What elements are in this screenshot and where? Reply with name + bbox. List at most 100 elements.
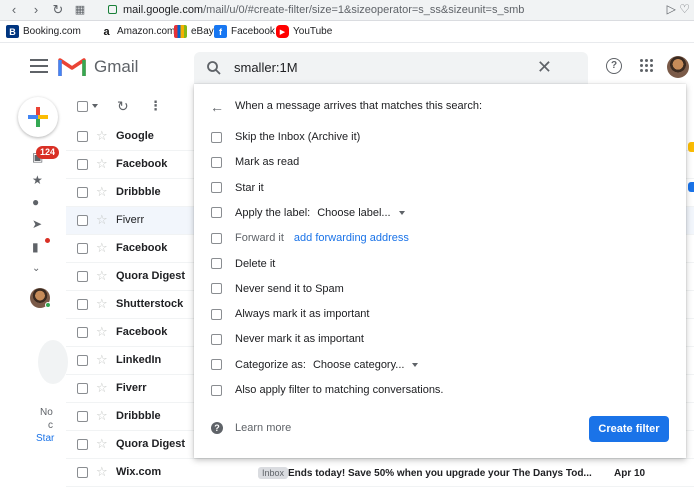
filter-option[interactable]: Star it	[211, 180, 264, 196]
bookmark-booking[interactable]: B Booking.com	[6, 25, 81, 38]
snoozed-icon[interactable]: ●	[32, 195, 39, 209]
filter-option-checkbox[interactable]	[211, 207, 222, 219]
email-row-checkbox[interactable]	[77, 159, 88, 170]
refresh-icon[interactable]: ↻	[117, 98, 129, 115]
main-menu-icon[interactable]	[30, 59, 48, 73]
email-row-checkbox[interactable]	[77, 215, 88, 226]
email-row-checkbox[interactable]	[77, 383, 88, 394]
add-forwarding-address-link[interactable]: add forwarding address	[294, 232, 409, 244]
bookmark-amazon[interactable]: a Amazon.com	[100, 25, 175, 38]
google-apps-icon[interactable]	[640, 59, 653, 72]
drafts-icon[interactable]: ▮	[32, 240, 39, 254]
forward-icon[interactable]: ›	[28, 2, 44, 18]
search-input[interactable]: smaller:1M	[234, 60, 298, 75]
clear-search-icon[interactable]: ✕	[537, 57, 552, 78]
email-sender: Facebook	[116, 326, 168, 338]
drafts-dot	[45, 238, 50, 243]
starred-icon[interactable]: ★	[32, 173, 43, 187]
star-icon[interactable]: ☆	[96, 156, 108, 172]
filter-dropdown[interactable]: Choose category...	[313, 359, 405, 371]
bookmark-facebook[interactable]: f Facebook	[214, 25, 275, 38]
apps-grid-icon[interactable]: ▦	[72, 2, 88, 18]
help-icon[interactable]: ?	[606, 58, 622, 74]
star-icon[interactable]: ☆	[96, 380, 108, 396]
side-panel-tasks-icon[interactable]	[688, 182, 694, 192]
account-avatar[interactable]	[667, 56, 689, 78]
filter-option[interactable]: Always mark it as important	[211, 306, 369, 322]
online-status-dot	[45, 302, 51, 308]
select-menu-caret-icon[interactable]	[92, 104, 98, 108]
reload-icon[interactable]: ↻	[50, 2, 66, 18]
star-icon[interactable]: ☆	[96, 184, 108, 200]
gmail-wordmark: Gmail	[94, 57, 139, 76]
email-row-checkbox[interactable]	[77, 243, 88, 254]
filter-option-checkbox[interactable]	[211, 308, 222, 320]
email-row-checkbox[interactable]	[77, 411, 88, 422]
create-filter-button[interactable]: Create filter	[589, 416, 669, 442]
lock-icon	[108, 5, 117, 14]
bookmark-youtube[interactable]: ▶ YouTube	[276, 25, 332, 38]
more-options-icon[interactable]: ⋮	[149, 98, 162, 114]
dropdown-caret-icon[interactable]	[412, 362, 419, 367]
filter-option-checkbox[interactable]	[211, 182, 222, 194]
side-panel-keep-icon[interactable]	[688, 142, 694, 152]
last-row-subject[interactable]: Ends today! Save 50% when you upgrade yo…	[288, 468, 592, 479]
email-row-checkbox[interactable]	[77, 355, 88, 366]
star-icon[interactable]: ☆	[96, 408, 108, 424]
unread-count-badge: 124	[36, 146, 60, 159]
filter-option[interactable]: Mark as read	[211, 154, 299, 170]
url-path: /mail/u/0/#create-filter/size=1&sizeoper…	[203, 4, 525, 16]
star-icon[interactable]: ☆	[96, 128, 108, 144]
star-icon[interactable]: ☆	[96, 324, 108, 340]
back-arrow-icon[interactable]: ←	[210, 99, 224, 115]
url-field[interactable]: mail.google.com/mail/u/0/#create-filter/…	[108, 2, 668, 19]
filter-option-checkbox[interactable]	[211, 333, 222, 345]
email-row-checkbox[interactable]	[77, 187, 88, 198]
select-all-checkbox[interactable]	[77, 101, 88, 112]
more-chevron-icon[interactable]: ⌄	[32, 263, 40, 274]
filter-option[interactable]: Also apply filter to matching conversati…	[211, 382, 444, 398]
filter-option[interactable]: Skip the Inbox (Archive it)	[211, 129, 360, 145]
filter-option-checkbox[interactable]	[211, 156, 222, 168]
star-icon[interactable]: ☆	[96, 268, 108, 284]
email-row-checkbox[interactable]	[77, 299, 88, 310]
url-host: mail.google.com	[123, 4, 204, 16]
email-row-checkbox[interactable]	[77, 439, 88, 450]
email-row-checkbox[interactable]	[77, 271, 88, 282]
star-icon[interactable]: ☆	[96, 296, 108, 312]
back-icon[interactable]: ‹	[6, 2, 22, 18]
bookmark-ebay[interactable]: eBay	[174, 25, 214, 38]
filter-option-checkbox[interactable]	[211, 283, 222, 295]
learn-more-link[interactable]: ? Learn more	[211, 422, 291, 434]
star-icon[interactable]: ☆	[96, 436, 108, 452]
filter-option-checkbox[interactable]	[211, 258, 222, 269]
star-icon[interactable]: ☆	[96, 240, 108, 256]
bookmark-star-icon[interactable]: ▷ ♡	[667, 2, 690, 16]
filter-option[interactable]: Delete it	[211, 256, 275, 272]
filter-option-checkbox[interactable]	[211, 131, 222, 143]
email-sender: Wix.com	[116, 466, 162, 478]
filter-option-checkbox[interactable]	[211, 359, 222, 371]
rail-note-link[interactable]: Star	[36, 433, 54, 444]
email-row-checkbox[interactable]	[77, 327, 88, 338]
filter-option-checkbox[interactable]	[211, 384, 222, 396]
filter-option[interactable]: Never send it to Spam	[211, 281, 344, 297]
email-row-checkbox[interactable]	[77, 467, 88, 478]
star-icon[interactable]: ☆	[96, 464, 108, 480]
search-icon[interactable]	[206, 60, 222, 76]
sent-icon[interactable]: ➤	[32, 217, 42, 231]
star-icon[interactable]: ☆	[96, 352, 108, 368]
star-icon[interactable]: ☆	[96, 212, 108, 228]
filter-option-label: Never mark it as important	[235, 333, 364, 346]
dropdown-caret-icon[interactable]	[398, 210, 405, 215]
filter-option[interactable]: Categorize as: Choose category...	[211, 357, 419, 373]
filter-dropdown[interactable]: Choose label...	[317, 207, 390, 219]
search-bar[interactable]: smaller:1M ✕	[194, 52, 588, 84]
filter-option[interactable]: Forward it add forwarding address	[211, 230, 409, 246]
filter-option[interactable]: Never mark it as important	[211, 331, 364, 347]
filter-option[interactable]: Apply the label: Choose label...	[211, 205, 405, 221]
compose-button[interactable]	[18, 97, 58, 137]
email-row-checkbox[interactable]	[77, 131, 88, 142]
gmail-logo-icon[interactable]	[58, 55, 86, 77]
filter-option-label: Also apply filter to matching conversati…	[235, 384, 444, 396]
